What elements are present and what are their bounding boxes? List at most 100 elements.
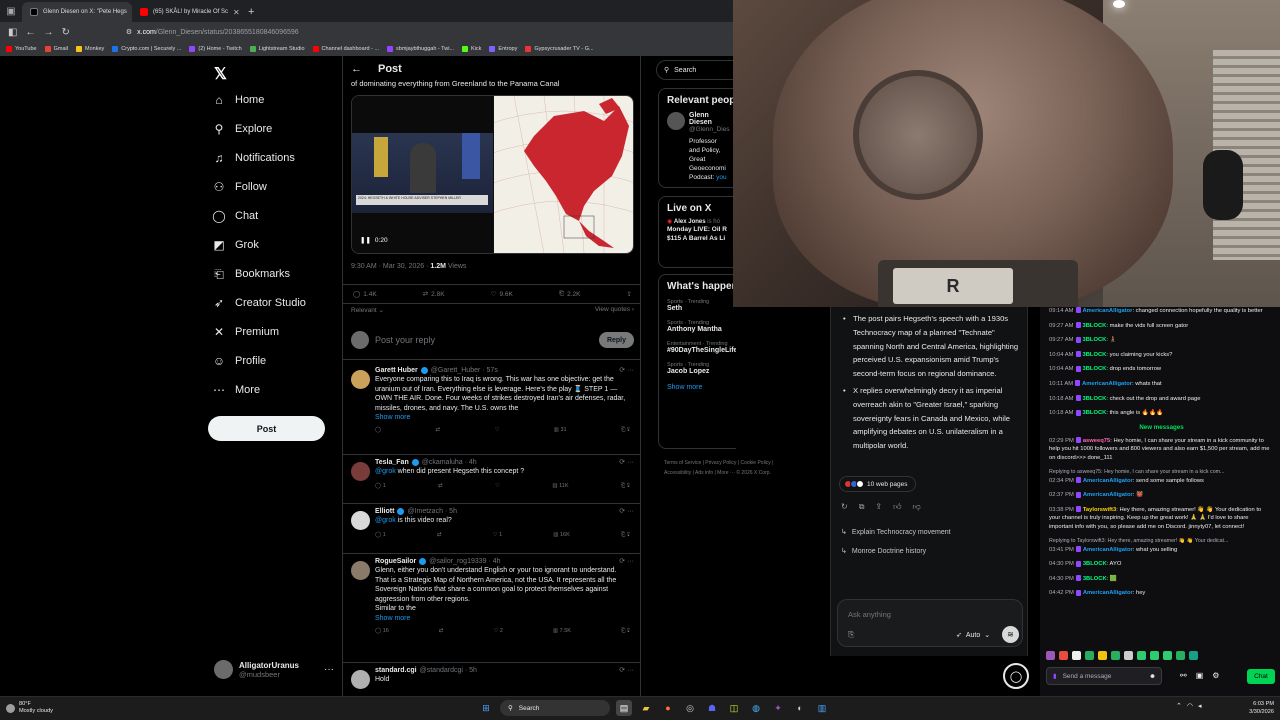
ask-input[interactable]: Ask anything [848,610,891,619]
emote-icon[interactable] [1176,651,1185,660]
window-menu-icon[interactable]: ▣ [0,0,22,22]
video-player[interactable]: 2024: HEGSETH & WHITE HOUSE ADVISER STEP… [352,96,493,253]
views-stat[interactable]: ▥ 16K [553,532,570,539]
file-explorer-icon[interactable]: ▰ [638,700,654,716]
chat-message[interactable]: 09:27 AM 3BLOCK: 🧎 [1049,336,1274,345]
chat-username[interactable]: AmericanAlligator [1083,547,1133,553]
bookmark[interactable]: Lightstream Studio [249,46,305,52]
firefox-icon[interactable]: ● [660,700,676,716]
suggestion-item[interactable]: ↳ Monroe Doctrine history [841,547,926,556]
reply-item[interactable]: Garett Huber @Garett_Huber · 57s ⟳ ··· E… [343,366,640,434]
chat-message[interactable]: 09:14 AM AmericanAlligator: changed conne… [1049,307,1274,316]
repost-action[interactable]: ⇄ 2.8K [423,290,445,299]
bookmark[interactable]: YouTube [6,46,37,52]
chat-send-button[interactable]: Chat [1247,669,1275,684]
bookmark[interactable]: Crypto.com | Securely ... [112,46,181,52]
emote-icon[interactable] [1137,651,1146,660]
heart-icon[interactable]: ♡ [494,427,499,434]
reply-action[interactable]: ◯ 1.4K [353,290,377,299]
back-arrow-icon[interactable]: ← [351,63,362,75]
chat-username[interactable]: 3BLOCK [1083,396,1107,402]
relevant-person[interactable]: Glenn Diesen @Glenn_Dies [659,110,736,135]
voice-icon[interactable]: ≋ [1002,626,1019,643]
chat-username[interactable]: 3BLOCK [1083,323,1107,329]
post-button[interactable]: Post [208,416,325,441]
heart-icon[interactable]: ♡ 2 [493,628,503,635]
share-icon[interactable]: ⇪ [875,502,882,512]
task-view-icon[interactable]: ▤ [616,700,632,716]
chat-username[interactable]: AmericanAlligator [1082,381,1132,387]
views-stat[interactable]: ▥ 7.5K [553,628,571,635]
chat-message[interactable]: 04:30 PM 3BLOCK: AYO [1049,560,1274,569]
chat-message[interactable]: Replying to asweeq75: Hey homie, I can s… [1049,469,1274,486]
nav-explore[interactable]: ⚲ Explore [212,122,273,136]
thumbs-down-icon[interactable]: 👎︎ [913,502,921,512]
comment-icon[interactable]: ◯ 1 [375,532,386,539]
chat-username[interactable]: AmericanAlligator [1083,478,1133,484]
chat-username[interactable]: AmericanAlligator [1083,308,1133,314]
weather-widget[interactable]: 80°F Mostly cloudy [6,701,53,715]
chat-message[interactable]: 10:11 AM AmericanAlligator: whats that [1049,380,1274,389]
trend-item[interactable]: Sports · Trending Seth [659,296,736,317]
view-quotes-link[interactable]: View quotes › [595,306,634,314]
web-pages-chip[interactable]: 10 web pages [839,476,917,492]
emote-icon[interactable] [1085,651,1094,660]
bookmark[interactable]: Gypsycrusader TV - G... [525,46,594,52]
trend-item[interactable]: Sports · Trending Jacob Lopez [659,359,736,380]
emote-icon[interactable] [1098,651,1107,660]
grok-ask-box[interactable]: Ask anything ⎘ ➶ Auto ⌄ ≋ [837,599,1023,647]
chat-message[interactable]: 10:18 AM 3BLOCK: this angle is 🔥🔥🔥 [1049,409,1274,418]
post-media[interactable]: 2024: HEGSETH & WHITE HOUSE ADVISER STEP… [351,95,634,254]
attach-icon[interactable]: ⎘ [848,630,854,640]
mode-select[interactable]: ➶ Auto ⌄ [956,631,990,640]
chat-message[interactable]: 10:04 AM 3BLOCK: you claiming your kicks? [1049,351,1274,360]
nav-notifications[interactable]: ♫ Notifications [212,151,295,165]
bookmark[interactable]: Channel dashboard - ... [312,46,379,52]
pause-icon[interactable]: ❚❚ [360,236,371,244]
volume-icon[interactable]: ◂ [1198,702,1202,710]
suggestion-item[interactable]: ↳ Explain Technocracy movement [841,528,951,537]
nav-more[interactable]: ⋯ More [212,383,260,397]
bookmark[interactable]: Entropy [489,46,517,52]
reply-input[interactable]: Post your reply [375,335,435,345]
nav-bookmarks[interactable]: ⎗ Bookmarks [212,267,290,281]
show-more-link[interactable]: Show more [659,380,736,399]
emote-icon[interactable] [1072,651,1081,660]
reload-icon[interactable]: ↻ [61,27,69,38]
close-tab-icon[interactable]: ✕ [233,8,240,17]
messages-fab-icon[interactable]: ◯ [1003,663,1029,689]
edge-icon[interactable]: ◍ [748,700,764,716]
emote-icon[interactable] [1046,651,1055,660]
reply-item[interactable]: standard.cgi @standardcgi · 5h ⟳ ··· Hol… [343,666,640,689]
more-dots-icon[interactable]: ⟳ ··· [619,666,634,674]
chat-username[interactable]: asweeq75 [1083,438,1110,444]
nav-home[interactable]: ⌂ Home [212,93,264,107]
forward-icon[interactable]: → [43,27,53,38]
settings-icon[interactable]: ⚙ [1212,671,1219,680]
gift-icon[interactable]: ▣ [1196,671,1204,680]
heart-icon[interactable]: ♡ 1 [493,532,503,539]
more-dots-icon[interactable]: ⟳ ··· [619,507,634,515]
chat-message[interactable]: Replying to Taylorswift3: Hey there, ama… [1049,538,1274,555]
share-icon[interactable]: ⎗ ⇪ [621,628,630,635]
heart-icon[interactable]: ♡ [495,483,500,490]
repost-icon[interactable]: ⇄ [436,427,441,434]
chrome-icon[interactable]: ◎ [682,700,698,716]
chat-message[interactable]: 04:42 PM AmericanAlligator: hey [1049,589,1274,598]
comment-icon[interactable]: ◯ 16 [375,628,389,635]
nav-creator-studio[interactable]: ➶ Creator Studio [212,296,306,310]
points-icon[interactable]: ⚯ [1180,671,1187,680]
chat-username[interactable]: 3BLOCK [1083,576,1107,582]
thumbs-up-icon[interactable]: 👍︎ [893,502,901,512]
emote-icon[interactable] [1189,651,1198,660]
repost-icon[interactable]: ⇄ [439,628,444,635]
bookmark[interactable]: Monkey [76,46,104,52]
views-stat[interactable]: ▥ 31 [554,427,567,434]
nav-grok[interactable]: ◩ Grok [212,238,259,252]
new-tab-icon[interactable]: + [248,2,254,22]
browser-tab-1[interactable]: Glenn Diesen on X: "Pete Hegs ✕ [22,2,132,22]
more-dots-icon[interactable]: ⟳ ··· [619,366,634,374]
bookmark[interactable]: Gmail [44,46,68,52]
back-icon[interactable]: ← [25,27,35,38]
search-input[interactable]: ⚲ Search [656,60,736,80]
